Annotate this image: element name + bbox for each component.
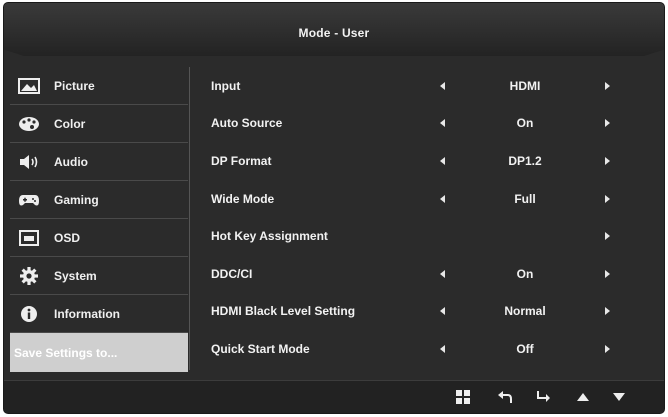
left-arrow-icon[interactable] <box>440 194 445 203</box>
speaker-icon <box>18 153 40 171</box>
setting-label: Input <box>211 78 241 93</box>
sidebar-item-label: OSD <box>54 230 81 245</box>
sidebar-item-label: Audio <box>54 154 88 169</box>
sidebar-item-osd[interactable]: OSD <box>10 219 188 257</box>
right-arrow-icon[interactable] <box>605 81 610 90</box>
footer-bar <box>4 380 664 413</box>
sidebar-item-label: Information <box>54 306 120 321</box>
picture-icon <box>18 77 40 95</box>
setting-label: Hot Key Assignment <box>211 229 328 244</box>
right-arrow-icon[interactable] <box>605 194 610 203</box>
right-arrow-icon[interactable] <box>605 269 610 278</box>
setting-row-ddc-ci[interactable]: DDC/CI On <box>190 255 660 293</box>
right-arrow-icon[interactable] <box>605 156 610 165</box>
setting-row-auto-source[interactable]: Auto Source On <box>190 105 660 143</box>
left-arrow-icon[interactable] <box>440 307 445 316</box>
palette-icon <box>18 115 40 133</box>
left-arrow-icon[interactable] <box>440 119 445 128</box>
left-arrow-icon[interactable] <box>440 344 445 353</box>
setting-value: HDMI <box>509 78 541 93</box>
left-arrow-icon[interactable] <box>440 269 445 278</box>
setting-row-quick-start-mode[interactable]: Quick Start Mode Off <box>190 330 660 368</box>
sidebar-item-label: Save Settings to... <box>14 345 118 360</box>
setting-value: Normal <box>504 304 546 319</box>
sidebar-item-system[interactable]: System <box>10 257 188 295</box>
setting-value: Full <box>514 191 536 206</box>
sidebar-item-picture[interactable]: Picture <box>10 67 188 105</box>
right-arrow-icon[interactable] <box>605 344 610 353</box>
setting-label: Wide Mode <box>211 191 275 206</box>
sidebar-item-label: Color <box>54 116 86 131</box>
setting-row-wide-mode[interactable]: Wide Mode Full <box>190 180 660 218</box>
sidebar-item-audio[interactable]: Audio <box>10 143 188 181</box>
down-arrow-icon[interactable] <box>610 389 628 405</box>
setting-row-hot-key-assignment[interactable]: Hot Key Assignment <box>190 217 660 255</box>
sidebar-item-label: Picture <box>54 78 95 93</box>
left-arrow-icon[interactable] <box>440 156 445 165</box>
osd-icon <box>18 229 40 247</box>
setting-label: HDMI Black Level Setting <box>211 304 356 319</box>
setting-label: DDC/CI <box>211 266 253 281</box>
right-arrow-icon[interactable] <box>605 232 610 241</box>
back-icon[interactable] <box>496 389 514 405</box>
gear-icon <box>18 266 40 285</box>
sidebar-item-color[interactable]: Color <box>10 105 188 143</box>
setting-value: Off <box>516 341 534 356</box>
sidebar-item-gaming[interactable]: Gaming <box>10 181 188 219</box>
gamepad-icon <box>18 191 40 209</box>
settings-list: Input HDMI Auto Source On DP Format DP1.… <box>190 67 660 368</box>
osd-menu: Mode - User Picture Color Audio Gaming O… <box>4 3 664 413</box>
setting-value: On <box>516 116 534 131</box>
setting-label: Auto Source <box>211 116 283 131</box>
setting-row-dp-format[interactable]: DP Format DP1.2 <box>190 142 660 180</box>
setting-row-hdmi-black-level[interactable]: HDMI Black Level Setting Normal <box>190 293 660 331</box>
sidebar-item-label: Gaming <box>54 192 99 207</box>
enter-icon[interactable] <box>534 389 552 405</box>
setting-value: DP1.2 <box>508 153 542 168</box>
info-icon <box>18 305 40 323</box>
setting-label: Quick Start Mode <box>211 341 310 356</box>
right-arrow-icon[interactable] <box>605 119 610 128</box>
setting-value: On <box>516 266 534 281</box>
sidebar: Picture Color Audio Gaming OSD System In… <box>10 67 188 372</box>
sidebar-item-information[interactable]: Information <box>10 295 188 333</box>
up-arrow-icon[interactable] <box>574 389 592 405</box>
sidebar-item-label: System <box>54 268 97 283</box>
left-arrow-icon[interactable] <box>440 81 445 90</box>
right-arrow-icon[interactable] <box>605 307 610 316</box>
sidebar-item-save-settings[interactable]: Save Settings to... <box>10 333 188 372</box>
setting-label: DP Format <box>211 153 272 168</box>
menu-title: Mode - User <box>298 26 370 40</box>
setting-row-input[interactable]: Input HDMI <box>190 67 660 105</box>
menu-grid-icon[interactable] <box>454 389 472 405</box>
